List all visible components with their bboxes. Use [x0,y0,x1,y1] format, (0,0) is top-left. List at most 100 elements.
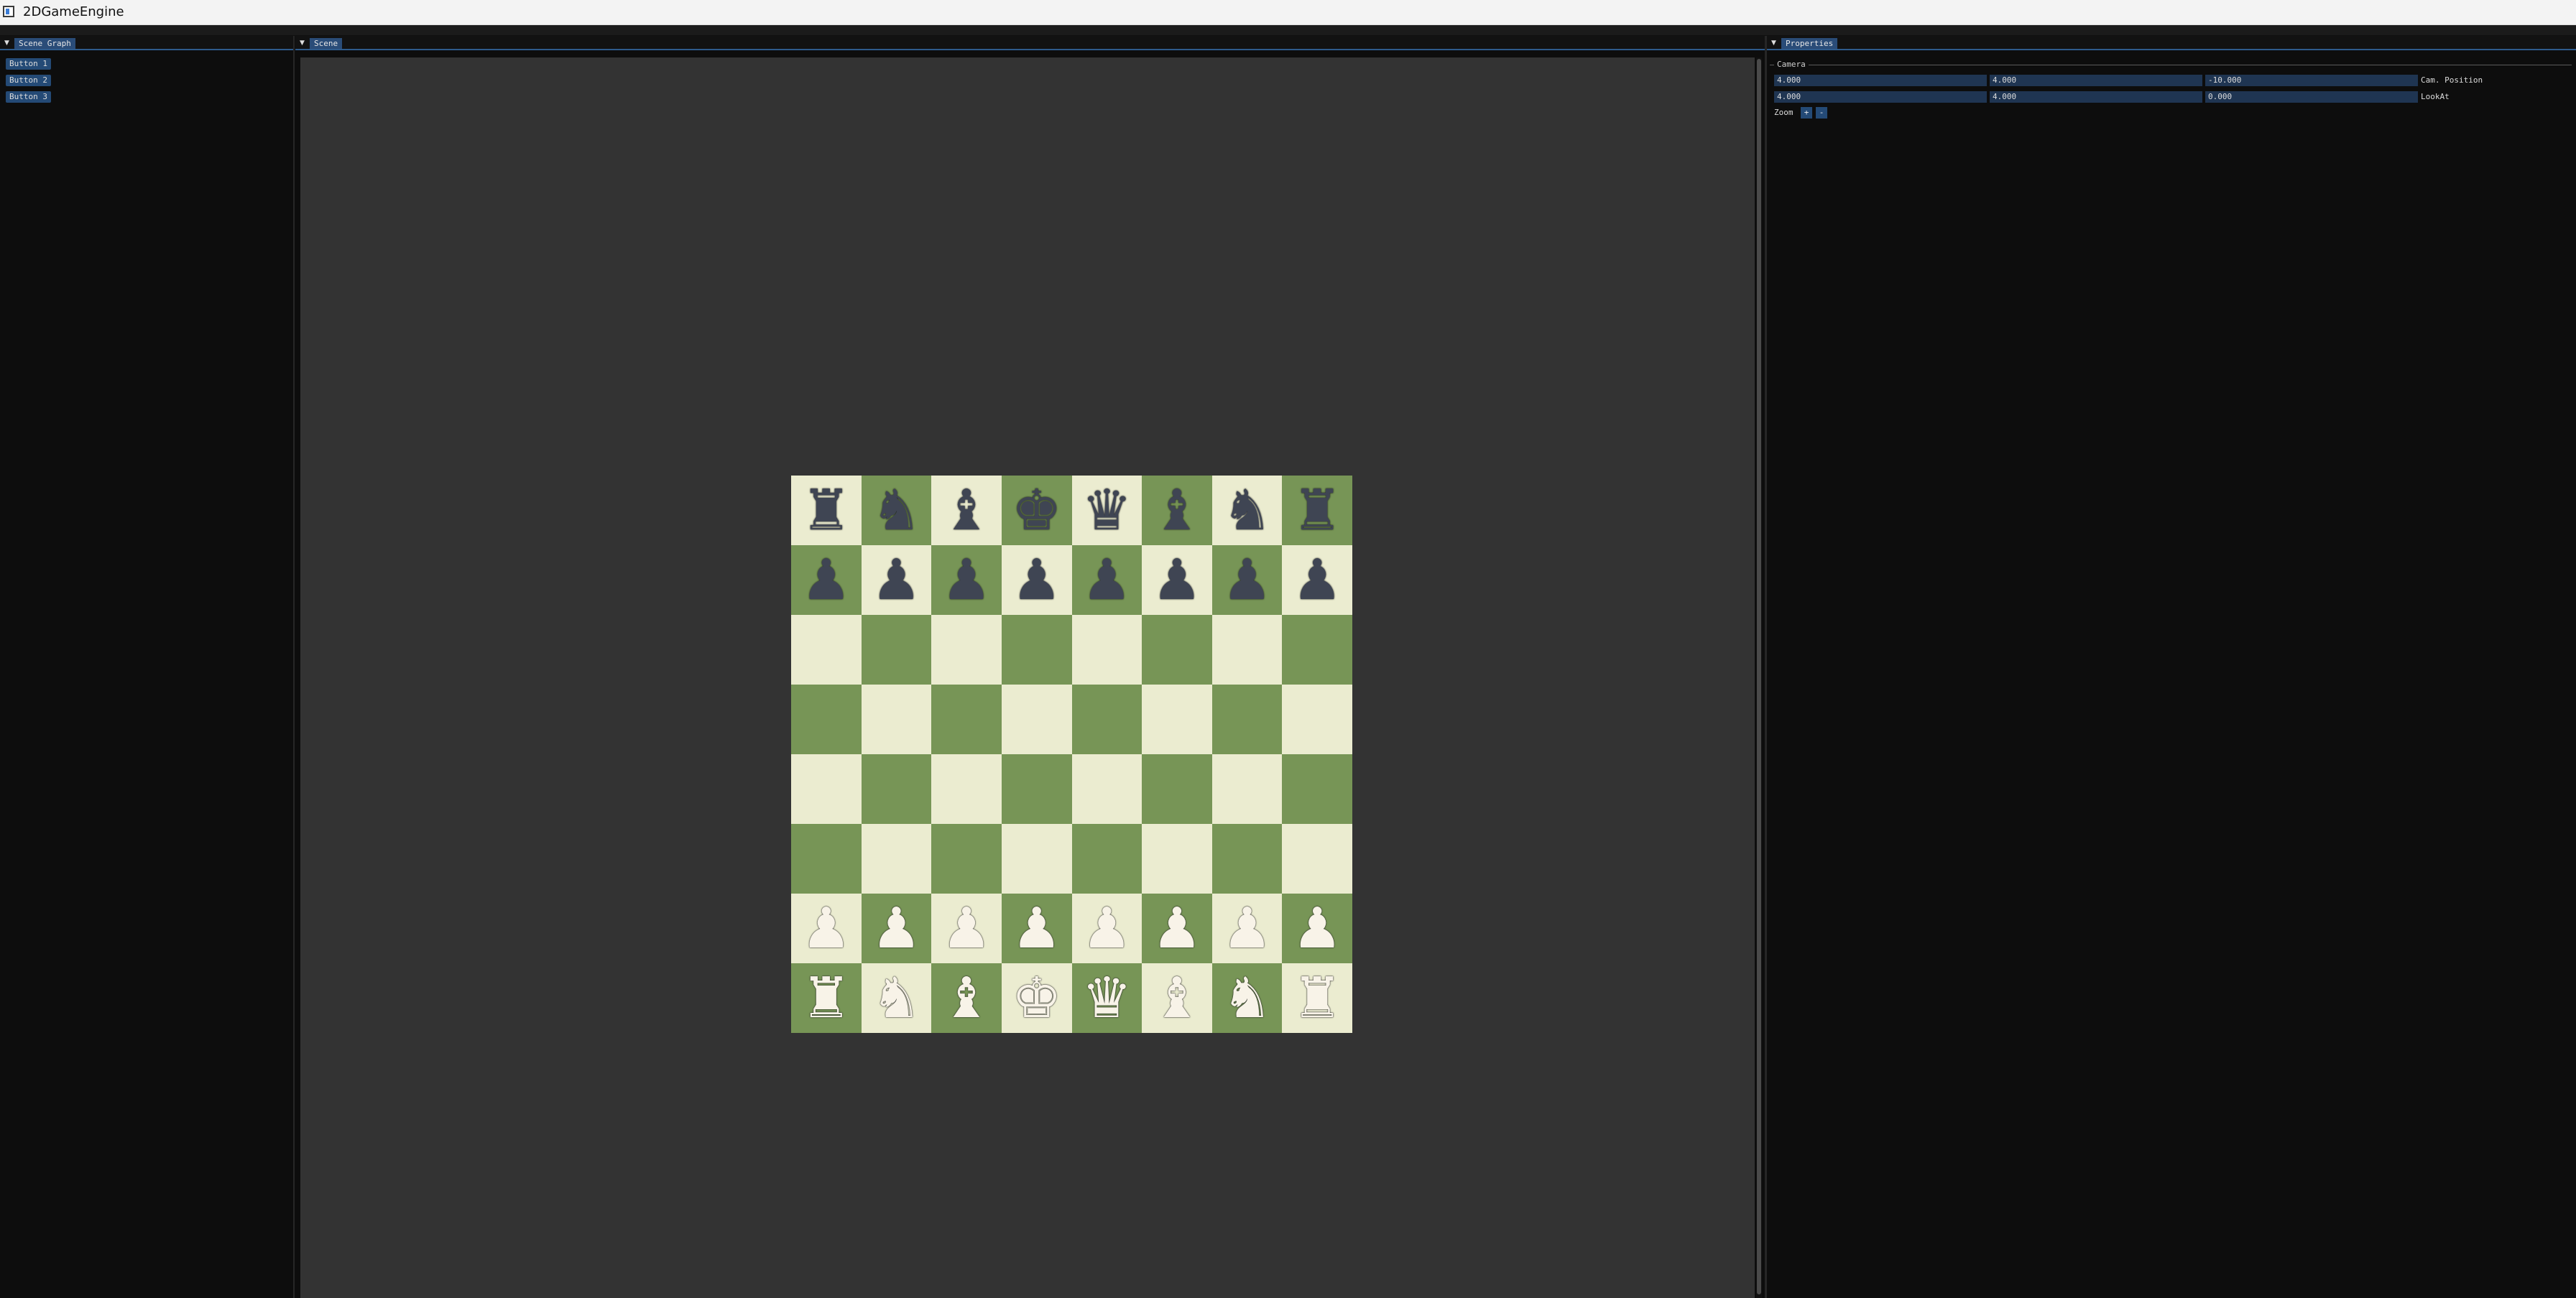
white-knight-icon[interactable]: ♞ [1222,970,1273,1026]
black-queen-icon[interactable]: ♛ [1081,483,1132,539]
white-pawn-icon[interactable]: ♟ [871,901,921,957]
black-pawn-icon[interactable]: ♟ [801,552,851,608]
board-square[interactable]: ♟ [791,545,862,615]
board-square[interactable]: ♟ [931,545,1002,615]
cam-position-z-field[interactable]: -10.000 [2205,75,2418,86]
board-square[interactable]: ♞ [1211,963,1283,1033]
black-king-icon[interactable]: ♚ [1012,483,1062,539]
tab-properties[interactable]: Properties [1781,38,1838,49]
collapse-arrow-icon[interactable]: ▼ [4,40,9,47]
board-square[interactable] [1142,685,1212,754]
board-square[interactable]: ♟ [791,894,862,963]
board-square[interactable] [791,824,862,894]
board-square[interactable]: ♟ [861,545,932,615]
white-pawn-icon[interactable]: ♟ [941,901,992,957]
white-bishop-icon[interactable]: ♝ [941,970,992,1026]
white-pawn-icon[interactable]: ♟ [1292,901,1342,957]
cam-position-x-field[interactable]: 4.000 [1774,75,1987,86]
button-1[interactable]: Button 1 [6,58,51,70]
black-pawn-icon[interactable]: ♟ [1152,552,1202,608]
collapse-arrow-icon[interactable]: ▼ [1771,40,1776,47]
board-square[interactable] [1001,685,1072,754]
board-square[interactable] [1001,824,1072,894]
zoom-in-button[interactable]: + [1801,107,1812,119]
white-pawn-icon[interactable]: ♟ [1081,901,1132,957]
board-square[interactable] [1211,685,1283,754]
board-square[interactable]: ♟ [861,894,932,963]
black-knight-icon[interactable]: ♞ [871,483,921,539]
board-square[interactable] [1211,754,1283,824]
board-square[interactable] [791,615,862,685]
tab-scene[interactable]: Scene [310,38,343,49]
board-square[interactable] [1071,685,1142,754]
board-square[interactable] [1142,754,1212,824]
board-square[interactable]: ♞ [861,476,932,545]
board-square[interactable]: ♟ [1142,894,1212,963]
board-square[interactable] [931,754,1002,824]
board-square[interactable]: ♟ [1001,894,1072,963]
board-square[interactable] [861,615,932,685]
board-square[interactable] [791,685,862,754]
scene-scrollbar[interactable] [1756,57,1762,1298]
board-square[interactable] [1211,615,1283,685]
black-pawn-icon[interactable]: ♟ [1012,552,1062,608]
white-king-icon[interactable]: ♚ [1012,970,1062,1026]
white-bishop-icon[interactable]: ♝ [1152,970,1202,1026]
board-square[interactable] [1142,615,1212,685]
black-pawn-icon[interactable]: ♟ [941,552,992,608]
board-square[interactable]: ♟ [1142,545,1212,615]
board-square[interactable] [931,685,1002,754]
black-pawn-icon[interactable]: ♟ [1222,552,1273,608]
board-square[interactable] [791,754,862,824]
white-pawn-icon[interactable]: ♟ [1152,901,1202,957]
look-at-x-field[interactable]: 4.000 [1774,91,1987,103]
board-square[interactable]: ♝ [931,963,1002,1033]
board-square[interactable] [1071,824,1142,894]
board-square[interactable]: ♝ [1142,963,1212,1033]
chess-board[interactable]: ♜ ♞ ♝ ♚ ♛ ♝ ♞ ♜ ♟ ♟ ♟ ♟ ♟ ♟ ♟ ♟ ♟ ♟ ♟ ♟ ♟ ♟ ♟ ♟ ♜ ♞ ♝ ♚ ♛ ♝ ♞ ♜ [791,476,1352,1033]
button-2[interactable]: Button 2 [6,75,51,86]
board-square[interactable] [1282,615,1352,685]
collapse-arrow-icon[interactable]: ▼ [300,40,305,47]
board-square[interactable]: ♟ [1071,894,1142,963]
black-rook-icon[interactable]: ♜ [801,483,851,539]
board-square[interactable] [1071,754,1142,824]
board-square[interactable] [861,754,932,824]
board-square[interactable]: ♚ [1001,476,1072,545]
board-square[interactable]: ♜ [1282,476,1352,545]
board-square[interactable] [1142,824,1212,894]
board-square[interactable] [1001,754,1072,824]
white-pawn-icon[interactable]: ♟ [801,901,851,957]
board-square[interactable] [861,685,932,754]
board-square[interactable] [1282,754,1352,824]
tab-scene-graph[interactable]: Scene Graph [14,38,75,49]
board-square[interactable]: ♜ [791,963,862,1033]
board-square[interactable] [861,824,932,894]
look-at-z-field[interactable]: 0.000 [2205,91,2418,103]
white-rook-icon[interactable]: ♜ [801,970,851,1026]
panel-divider-left[interactable] [293,36,295,1298]
board-square[interactable]: ♟ [1282,894,1352,963]
board-square[interactable]: ♟ [1211,545,1283,615]
zoom-out-button[interactable]: - [1816,107,1827,119]
board-square[interactable]: ♟ [1071,545,1142,615]
cam-position-y-field[interactable]: 4.000 [1990,75,2202,86]
scene-viewport[interactable]: ♜ ♞ ♝ ♚ ♛ ♝ ♞ ♜ ♟ ♟ ♟ ♟ ♟ ♟ ♟ ♟ ♟ ♟ ♟ ♟ ♟ ♟ ♟ ♟ ♜ ♞ ♝ ♚ ♛ ♝ ♞ ♜ [300,57,1755,1298]
board-square[interactable] [1211,824,1283,894]
board-square[interactable]: ♛ [1071,476,1142,545]
board-square[interactable] [931,615,1002,685]
board-square[interactable]: ♝ [1142,476,1212,545]
board-square[interactable]: ♟ [931,894,1002,963]
board-square[interactable]: ♜ [1282,963,1352,1033]
board-square[interactable]: ♟ [1001,545,1072,615]
scene-scroll-thumb[interactable] [1757,59,1761,1294]
white-pawn-icon[interactable]: ♟ [1012,901,1062,957]
black-bishop-icon[interactable]: ♝ [1152,483,1202,539]
white-pawn-icon[interactable]: ♟ [1222,901,1273,957]
white-rook-icon[interactable]: ♜ [1292,970,1342,1026]
black-knight-icon[interactable]: ♞ [1222,483,1273,539]
board-square[interactable]: ♞ [1211,476,1283,545]
board-square[interactable] [1071,615,1142,685]
black-pawn-icon[interactable]: ♟ [1081,552,1132,608]
board-square[interactable] [1001,615,1072,685]
